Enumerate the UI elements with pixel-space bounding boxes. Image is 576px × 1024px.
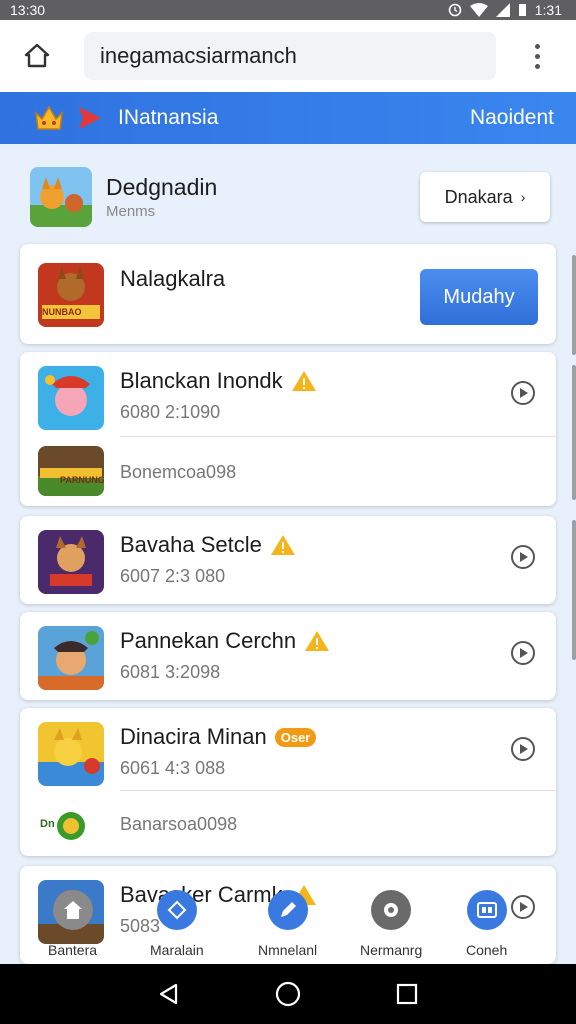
featured-subtitle: Menms (106, 203, 156, 220)
grid-icon (167, 900, 187, 920)
promo-thumbnail: NUNBAO (38, 263, 104, 327)
header-title: INatnansia (118, 106, 219, 129)
game-title: Blanckan Inondk (120, 368, 283, 393)
status-time: 13:30 (10, 2, 46, 18)
game-sub-meta: Banarsoa0098 (120, 814, 238, 834)
url-input[interactable]: inegamacsiarmanch (84, 32, 496, 80)
scrollbar[interactable] (572, 255, 576, 355)
game-card: Dinacira Minan Oser 6061 4:3 088 Dn Bana… (20, 708, 556, 856)
play-logo-icon (79, 107, 101, 129)
nav-label: Nermanrg (360, 942, 423, 958)
play-circle-icon[interactable] (510, 736, 536, 762)
status-bar: 13:30 1:31 (0, 0, 576, 20)
promo-button[interactable]: Mudahy (420, 269, 538, 325)
game-meta: 6007 2:3 080 (120, 566, 226, 586)
back-icon (160, 983, 178, 1005)
play-circle-icon[interactable] (510, 544, 536, 570)
list-item[interactable]: Dinacira Minan Oser 6061 4:3 088 (20, 708, 556, 788)
home-button[interactable] (14, 33, 60, 79)
list-item[interactable]: Bavaha Setcle 6007 2:3 080 (20, 516, 556, 596)
game-card: Blanckan Inondk 6080 2:1090 PARNUNG Bone… (20, 352, 556, 506)
game-sub-meta: Bonemcoa098 (120, 462, 237, 482)
nav-item-settings[interactable]: Nermanrg (360, 890, 422, 958)
alarm-icon (448, 3, 462, 17)
warning-icon (291, 371, 316, 391)
pencil-icon (280, 902, 296, 917)
scrollbar[interactable] (572, 520, 576, 660)
featured-thumbnail (30, 167, 92, 227)
nav-item-home[interactable]: Bantera (48, 890, 97, 958)
play-circle-icon[interactable] (510, 380, 536, 406)
list-item[interactable]: Pannekan Cerchn 6081 3:2098 (20, 612, 556, 692)
game-title: Pannekan Cerchn (120, 628, 297, 653)
battery-icon (518, 4, 526, 16)
nav-label: Maralain (150, 942, 204, 958)
square-recents-icon (396, 983, 417, 1005)
bottom-navigation: Bantera Maralain Nmnelanl Nermanrg Coneh (0, 890, 576, 964)
game-card: Pannekan Cerchn 6081 3:2098 (20, 612, 556, 700)
chevron-right-icon: › (520, 189, 526, 205)
game-meta: 6080 2:1090 (120, 402, 221, 422)
warning-icon (270, 535, 295, 555)
nav-item-edit[interactable]: Nmnelanl (258, 890, 317, 958)
nav-label: Coneh (466, 942, 508, 958)
header-action-link[interactable]: Naoident (470, 106, 554, 130)
nav-label: Nmnelanl (258, 942, 318, 958)
play-circle-icon[interactable] (510, 640, 536, 666)
warning-icon (305, 631, 330, 651)
featured-title: Dedgnadin (106, 174, 218, 200)
game-title: Dinacira Minan (120, 724, 267, 749)
more-menu-button[interactable] (522, 33, 552, 79)
home-icon (24, 43, 50, 68)
featured-button[interactable]: Dnakara › (420, 172, 550, 222)
nav-label: Bantera (48, 942, 98, 958)
promo-card[interactable]: NUNBAO Nalagkalra Mudahy (20, 244, 556, 344)
back-button[interactable] (155, 980, 183, 1008)
signal-icon (495, 3, 510, 17)
nav-item-grid[interactable]: Maralain (150, 890, 204, 958)
game-meta: 6061 4:3 088 (120, 758, 226, 778)
recents-button[interactable] (393, 980, 421, 1008)
status-badge: Oser (274, 727, 317, 747)
list-item[interactable]: Blanckan Inondk 6080 2:1090 (20, 352, 556, 432)
nav-item-games[interactable]: Coneh (466, 890, 507, 958)
home-nav-button[interactable] (274, 980, 302, 1008)
game-sub-thumbnail: Dn (38, 798, 104, 848)
list-subitem[interactable]: Dn Banarsoa0098 (20, 792, 556, 860)
games-icon (476, 902, 497, 918)
wifi-icon (469, 3, 488, 17)
game-title: Bavaha Setcle (120, 532, 262, 557)
game-thumbnail (38, 626, 104, 690)
promo-title: Nalagkalra (120, 266, 226, 291)
circle-home-icon (275, 981, 301, 1007)
divider (120, 790, 556, 791)
game-card: Bavaha Setcle 6007 2:3 080 (20, 516, 556, 604)
game-thumbnail (38, 366, 104, 430)
game-thumbnail (38, 722, 104, 786)
crown-logo-icon (34, 105, 64, 130)
app-header: INatnansia Naoident (0, 92, 576, 144)
game-meta: 6081 3:2098 (120, 662, 221, 682)
status-clock: 1:31 (534, 2, 562, 18)
list-subitem[interactable]: PARNUNG Bonemcoa098 (20, 440, 556, 508)
scrollbar[interactable] (572, 365, 576, 500)
home-icon (63, 901, 82, 919)
game-thumbnail (38, 530, 104, 594)
more-vert-icon (534, 43, 540, 49)
gear-icon (384, 903, 399, 917)
game-sub-thumbnail: PARNUNG (38, 446, 104, 496)
featured-row: Dedgnadin Menms Dnakara › (30, 160, 550, 234)
system-navigation-bar (0, 964, 576, 1024)
browser-toolbar: inegamacsiarmanch (0, 20, 576, 92)
divider (120, 436, 556, 437)
